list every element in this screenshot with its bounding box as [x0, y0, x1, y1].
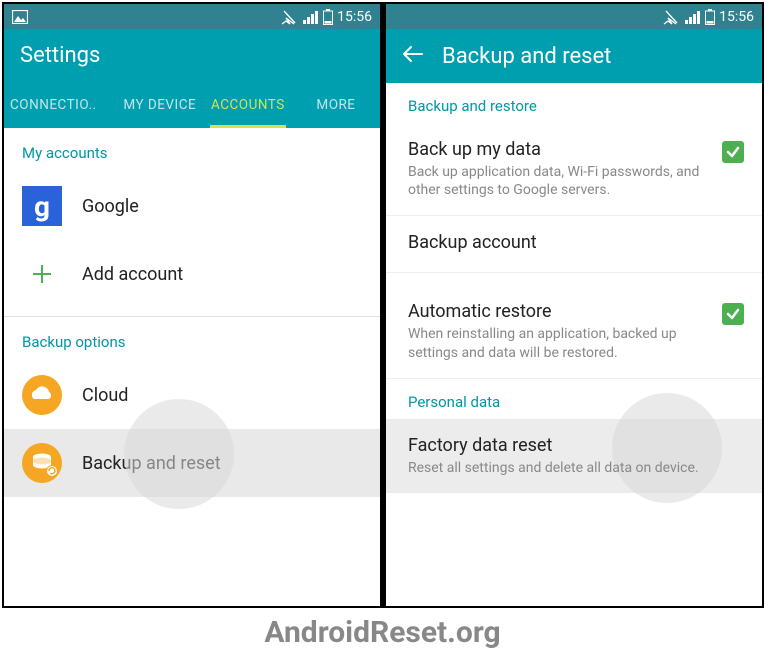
battery-icon [323, 9, 333, 25]
status-bar: 15:56 [386, 4, 762, 29]
backup-reset-screen: 15:56 Backup and reset Backup and restor… [386, 4, 762, 606]
backup-account-row[interactable]: Backup account [386, 216, 762, 272]
tab-accounts[interactable]: ACCOUNTS [204, 82, 292, 128]
section-backup-restore: Backup and restore [386, 83, 762, 123]
add-account-row[interactable]: Add account [4, 240, 380, 308]
clock-time: 15:56 [719, 9, 754, 25]
setting-title: Back up my data [408, 139, 710, 160]
factory-reset-row[interactable]: Factory data reset Reset all settings an… [386, 419, 762, 493]
status-bar: 15:56 [4, 4, 380, 29]
picture-icon [12, 10, 28, 24]
account-label: Google [82, 196, 139, 217]
clock-time: 15:56 [337, 9, 372, 25]
svg-text:g: g [34, 190, 50, 223]
back-icon[interactable] [402, 43, 424, 69]
section-backup-options: Backup options [4, 317, 380, 361]
settings-screen: 15:56 Settings CONNECTIO.. MY DEVICE ACC… [4, 4, 380, 606]
add-account-label: Add account [82, 264, 183, 285]
auto-restore-row[interactable]: Automatic restore When reinstalling an a… [386, 273, 762, 377]
checkbox-checked-icon[interactable] [722, 303, 744, 325]
mute-icon [281, 9, 299, 25]
setting-title: Factory data reset [408, 435, 744, 456]
signal-icon [303, 10, 319, 24]
setting-desc: When reinstalling an application, backed… [408, 325, 710, 361]
backup-header: Backup and reset [386, 29, 762, 83]
section-my-accounts: My accounts [4, 128, 380, 172]
backup-reset-icon [22, 443, 62, 483]
cloud-label: Cloud [82, 385, 128, 406]
page-title: Backup and reset [442, 44, 611, 69]
mute-icon [663, 9, 681, 25]
tab-more[interactable]: MORE [292, 82, 380, 128]
checkbox-checked-icon[interactable] [722, 141, 744, 163]
signal-icon [685, 10, 701, 24]
page-title: Settings [20, 43, 100, 68]
tab-connections[interactable]: CONNECTIO.. [4, 82, 116, 128]
watermark: AndroidReset.org [0, 615, 765, 650]
cloud-icon [22, 375, 62, 415]
google-icon: g [22, 186, 62, 226]
backup-my-data-row[interactable]: Back up my data Back up application data… [386, 123, 762, 215]
account-google[interactable]: g Google [4, 172, 380, 240]
tabs: CONNECTIO.. MY DEVICE ACCOUNTS MORE [4, 82, 380, 128]
setting-title: Backup account [408, 232, 744, 253]
plus-icon [22, 254, 62, 294]
backup-reset-row[interactable]: Backup and reset [4, 429, 380, 497]
backup-reset-label: Backup and reset [82, 453, 221, 474]
setting-desc: Back up application data, Wi-Fi password… [408, 163, 710, 199]
settings-header: Settings [4, 29, 380, 82]
tab-mydevice[interactable]: MY DEVICE [116, 82, 204, 128]
battery-icon [705, 9, 715, 25]
setting-title: Automatic restore [408, 301, 710, 322]
section-personal-data: Personal data [386, 379, 762, 419]
cloud-row[interactable]: Cloud [4, 361, 380, 429]
setting-desc: Reset all settings and delete all data o… [408, 459, 744, 477]
